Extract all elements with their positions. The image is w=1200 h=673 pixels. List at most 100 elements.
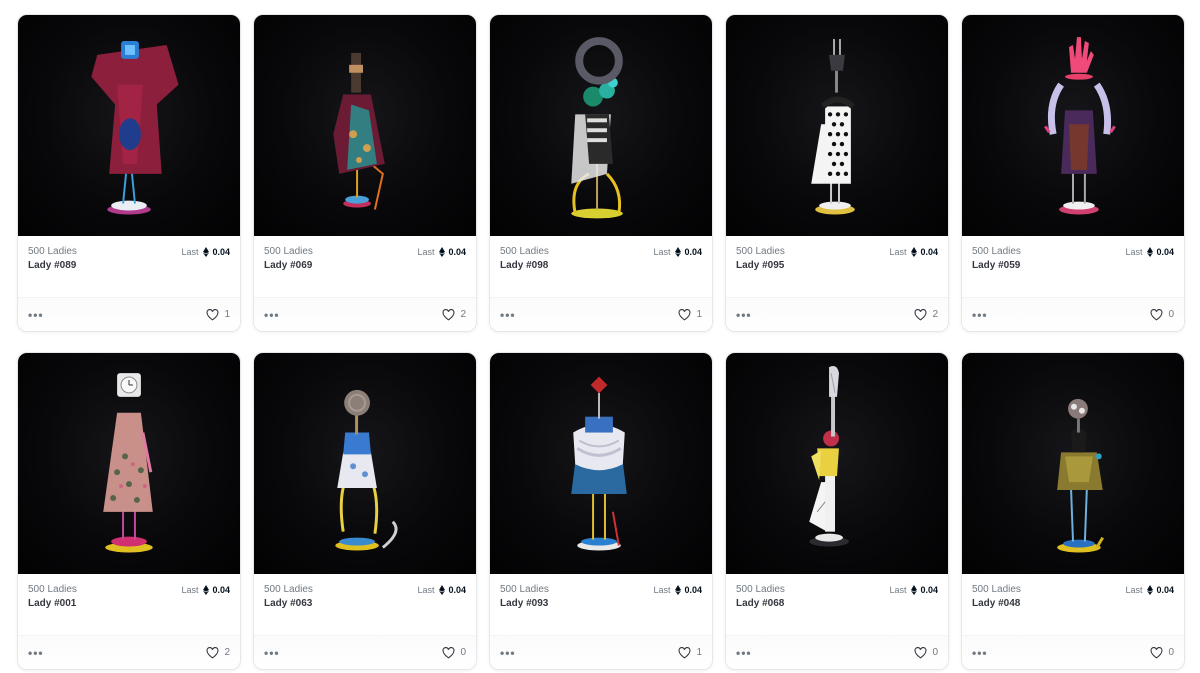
eth-icon bbox=[911, 584, 918, 595]
like-count: 0 bbox=[1168, 647, 1174, 659]
nft-card[interactable]: 500 Ladies Lady #093 Last 0.04 ••• 1 bbox=[489, 352, 713, 670]
favorite-button[interactable]: 0 bbox=[914, 646, 938, 659]
favorite-button[interactable]: 0 bbox=[1150, 646, 1174, 659]
more-options-button[interactable]: ••• bbox=[28, 309, 44, 321]
figurine-artwork bbox=[1044, 37, 1116, 215]
price-value: 0.04 bbox=[212, 584, 230, 595]
nft-title[interactable]: Lady #059 bbox=[972, 260, 1174, 272]
figurine-artwork bbox=[1057, 398, 1105, 553]
nft-title[interactable]: Lady #068 bbox=[736, 598, 938, 610]
price-label: Last bbox=[653, 246, 671, 257]
favorite-button[interactable]: 0 bbox=[442, 646, 466, 659]
card-footer: ••• 0 bbox=[962, 297, 1184, 331]
card-footer: ••• 0 bbox=[962, 635, 1184, 669]
like-count: 2 bbox=[224, 647, 230, 659]
favorite-button[interactable]: 1 bbox=[678, 646, 702, 659]
nft-card[interactable]: 500 Ladies Lady #089 Last 0.04 ••• 1 bbox=[17, 14, 241, 332]
figurine-artwork bbox=[571, 376, 627, 551]
more-options-button[interactable]: ••• bbox=[500, 647, 516, 659]
eth-icon bbox=[203, 584, 210, 595]
card-footer: ••• 1 bbox=[18, 297, 240, 331]
favorite-button[interactable]: 1 bbox=[678, 308, 702, 321]
like-count: 1 bbox=[696, 647, 702, 659]
nft-title[interactable]: Lady #098 bbox=[500, 260, 702, 272]
more-options-button[interactable]: ••• bbox=[736, 647, 752, 659]
nft-image[interactable] bbox=[726, 15, 948, 236]
eth-icon bbox=[675, 246, 682, 257]
eth-icon bbox=[1147, 246, 1154, 257]
nft-image[interactable] bbox=[490, 353, 712, 574]
nft-image[interactable] bbox=[726, 353, 948, 574]
nft-image[interactable] bbox=[18, 353, 240, 574]
nft-image[interactable] bbox=[962, 353, 1184, 574]
nft-card[interactable]: 500 Ladies Lady #001 Last 0.04 ••• 2 bbox=[17, 352, 241, 670]
more-options-button[interactable]: ••• bbox=[264, 647, 280, 659]
heart-outline-icon bbox=[914, 308, 927, 321]
last-price: Last 0.04 bbox=[889, 584, 938, 596]
nft-title[interactable]: Lady #063 bbox=[264, 598, 466, 610]
figurine-artwork bbox=[333, 52, 385, 210]
nft-image[interactable] bbox=[18, 15, 240, 236]
nft-title[interactable]: Lady #089 bbox=[28, 260, 230, 272]
nft-info: 500 Ladies Lady #059 Last 0.04 bbox=[962, 236, 1184, 298]
nft-info: 500 Ladies Lady #098 Last 0.04 bbox=[490, 236, 712, 298]
favorite-button[interactable]: 0 bbox=[1150, 308, 1174, 321]
nft-title[interactable]: Lady #069 bbox=[264, 260, 466, 272]
more-options-button[interactable]: ••• bbox=[972, 647, 988, 659]
like-count: 0 bbox=[1168, 309, 1174, 321]
nft-image[interactable] bbox=[962, 15, 1184, 236]
price-label: Last bbox=[1125, 246, 1143, 257]
more-options-button[interactable]: ••• bbox=[28, 647, 44, 659]
favorite-button[interactable]: 1 bbox=[206, 308, 230, 321]
heart-outline-icon bbox=[1150, 646, 1163, 659]
figurine-artwork bbox=[103, 373, 153, 553]
heart-outline-icon bbox=[442, 646, 455, 659]
nft-image[interactable] bbox=[490, 15, 712, 236]
eth-icon bbox=[203, 246, 210, 257]
nft-title[interactable]: Lady #001 bbox=[28, 598, 230, 610]
last-price: Last 0.04 bbox=[653, 584, 702, 596]
last-price: Last 0.04 bbox=[181, 584, 230, 596]
nft-card[interactable]: 500 Ladies Lady #063 Last 0.04 ••• 0 bbox=[253, 352, 477, 670]
favorite-button[interactable]: 2 bbox=[206, 646, 230, 659]
nft-title[interactable]: Lady #093 bbox=[500, 598, 702, 610]
favorite-button[interactable]: 2 bbox=[442, 308, 466, 321]
last-price: Last 0.04 bbox=[181, 246, 230, 258]
last-price: Last 0.04 bbox=[1125, 584, 1174, 596]
nft-card[interactable]: 500 Ladies Lady #095 Last 0.04 ••• 2 bbox=[725, 14, 949, 332]
card-footer: ••• 2 bbox=[18, 635, 240, 669]
figurine-artwork bbox=[811, 39, 855, 215]
price-value: 0.04 bbox=[920, 584, 938, 595]
nft-title[interactable]: Lady #095 bbox=[736, 260, 938, 272]
more-options-button[interactable]: ••• bbox=[972, 309, 988, 321]
price-label: Last bbox=[181, 584, 199, 595]
nft-card[interactable]: 500 Ladies Lady #059 Last 0.04 ••• 0 bbox=[961, 14, 1185, 332]
nft-card[interactable]: 500 Ladies Lady #068 Last 0.04 ••• 0 bbox=[725, 352, 949, 670]
like-count: 1 bbox=[696, 309, 702, 321]
heart-outline-icon bbox=[442, 308, 455, 321]
heart-outline-icon bbox=[206, 308, 219, 321]
nft-card[interactable]: 500 Ladies Lady #069 Last 0.04 ••• 2 bbox=[253, 14, 477, 332]
price-label: Last bbox=[1125, 584, 1143, 595]
nft-info: 500 Ladies Lady #063 Last 0.04 bbox=[254, 574, 476, 636]
like-count: 0 bbox=[932, 647, 938, 659]
nft-title[interactable]: Lady #048 bbox=[972, 598, 1174, 610]
nft-card[interactable]: 500 Ladies Lady #098 Last 0.04 ••• 1 bbox=[489, 14, 713, 332]
more-options-button[interactable]: ••• bbox=[264, 309, 280, 321]
like-count: 1 bbox=[224, 309, 230, 321]
like-count: 2 bbox=[932, 309, 938, 321]
favorite-button[interactable]: 2 bbox=[914, 308, 938, 321]
nft-image[interactable] bbox=[254, 353, 476, 574]
price-label: Last bbox=[417, 584, 435, 595]
card-footer: ••• 1 bbox=[490, 297, 712, 331]
nft-info: 500 Ladies Lady #001 Last 0.04 bbox=[18, 574, 240, 636]
nft-info: 500 Ladies Lady #048 Last 0.04 bbox=[962, 574, 1184, 636]
more-options-button[interactable]: ••• bbox=[736, 309, 752, 321]
more-options-button[interactable]: ••• bbox=[500, 309, 516, 321]
figurine-artwork bbox=[571, 37, 623, 219]
nft-card[interactable]: 500 Ladies Lady #048 Last 0.04 ••• 0 bbox=[961, 352, 1185, 670]
price-value: 0.04 bbox=[448, 584, 466, 595]
heart-outline-icon bbox=[678, 646, 691, 659]
nft-image[interactable] bbox=[254, 15, 476, 236]
last-price: Last 0.04 bbox=[417, 246, 466, 258]
